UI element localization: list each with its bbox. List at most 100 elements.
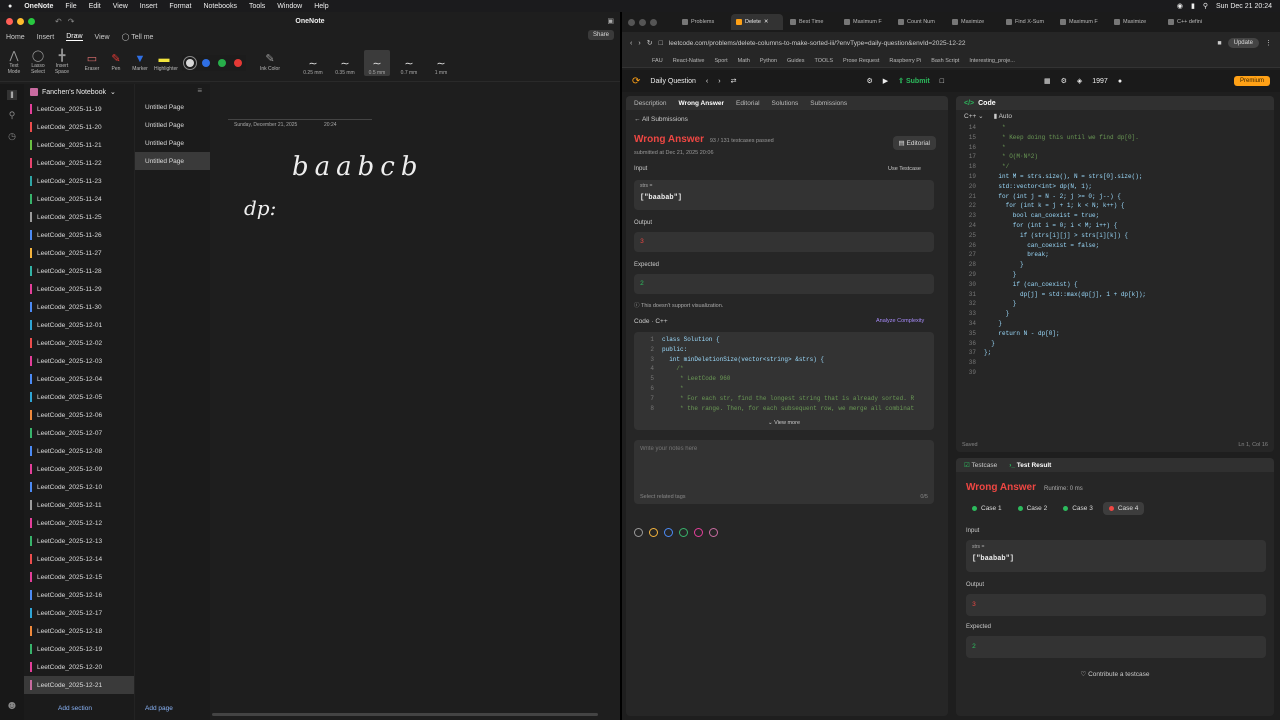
forward-icon[interactable]: › (638, 40, 640, 47)
section-item[interactable]: LeetCode_2025-12-17 (24, 604, 134, 622)
highlighter-button[interactable]: ▬ Highlighter (154, 53, 178, 72)
browser-tab[interactable]: C++ defini (1163, 14, 1215, 30)
section-item[interactable]: LeetCode_2025-11-27 (24, 244, 134, 262)
back-icon[interactable]: ‹ (630, 40, 632, 47)
width-1mm[interactable]: ∼ 1 mm (428, 50, 454, 76)
menu-tools[interactable]: Tools (249, 3, 265, 10)
tags-select[interactable]: Select related tags (640, 494, 686, 500)
bookmark-item[interactable]: Sport (715, 58, 728, 64)
close-window-button[interactable] (628, 18, 635, 26)
tab-view[interactable]: View (95, 34, 110, 41)
pen-button[interactable]: ✎ Pen (106, 53, 126, 72)
section-item[interactable]: LeetCode_2025-12-06 (24, 406, 134, 424)
tab-draw[interactable]: Draw (66, 33, 83, 41)
notebooks-icon[interactable]: ‖ (7, 90, 17, 100)
lasso-select-button[interactable]: ◯ Lasso Select (28, 50, 48, 75)
section-item[interactable]: LeetCode_2025-12-02 (24, 334, 134, 352)
section-item[interactable]: LeetCode_2025-11-23 (24, 172, 134, 190)
case-4-button[interactable]: Case 4 (1102, 502, 1145, 515)
tag-color-dot[interactable] (649, 528, 658, 537)
section-item[interactable]: LeetCode_2025-11-25 (24, 208, 134, 226)
width-0-35mm[interactable]: ∼ 0.35 mm (332, 50, 358, 76)
menubar-clock[interactable]: Sun Dec 21 20:24 (1216, 3, 1272, 10)
bookmark-icon[interactable]: □ (659, 40, 663, 47)
tab-wrong-answer[interactable]: Wrong Answer (679, 100, 725, 107)
menu-app-name[interactable]: OneNote (24, 3, 53, 10)
settings-icon[interactable]: ⚙ (1061, 77, 1067, 85)
browser-tab[interactable]: Find X-Sum (1001, 14, 1053, 30)
all-submissions-link[interactable]: ← All Submissions (634, 116, 688, 123)
submit-button[interactable]: ⇧ Submit (898, 77, 930, 85)
editorial-button[interactable]: ▤ Editorial (892, 136, 936, 150)
layout-icon[interactable]: ▦ (1044, 77, 1051, 85)
tab-testcase[interactable]: ☑ Testcase (964, 461, 997, 469)
eraser-button[interactable]: ▭ Eraser (82, 53, 102, 72)
reload-icon[interactable]: ↻ (647, 39, 653, 47)
run-icon[interactable]: ▶ (883, 77, 888, 85)
bookmark-item[interactable]: TOOLS (814, 58, 833, 64)
contribute-testcase-button[interactable]: ♡ Contribute a testcase (956, 670, 1274, 678)
bookmark-item[interactable]: Interesting_proje... (969, 58, 1015, 64)
browser-tab[interactable]: Problems (677, 14, 729, 30)
section-item[interactable]: LeetCode_2025-12-05 (24, 388, 134, 406)
section-item[interactable]: LeetCode_2025-11-28 (24, 262, 134, 280)
notebook-selector[interactable]: Fanchen's Notebook ⌄ (24, 84, 134, 100)
menu-format[interactable]: Format (169, 3, 191, 10)
wifi-icon[interactable]: ◉ (1177, 2, 1183, 10)
url-input[interactable]: leetcode.com/problems/delete-columns-to-… (669, 40, 1212, 47)
tag-color-dot[interactable] (694, 528, 703, 537)
tab-insert[interactable]: Insert (37, 34, 55, 41)
tag-color-dot[interactable] (709, 528, 718, 537)
case-2-button[interactable]: Case 2 (1012, 502, 1054, 515)
section-item[interactable]: LeetCode_2025-12-04 (24, 370, 134, 388)
text-mode-button[interactable]: ⋀ Text Mode (4, 50, 24, 75)
auto-mode[interactable]: ▮ Auto (994, 112, 1012, 120)
section-item[interactable]: LeetCode_2025-12-03 (24, 352, 134, 370)
menu-icon[interactable]: ⋮ (1265, 39, 1272, 47)
browser-tab[interactable]: Maximize (947, 14, 999, 30)
section-item[interactable]: LeetCode_2025-12-08 (24, 442, 134, 460)
section-item[interactable]: LeetCode_2025-11-22 (24, 154, 134, 172)
section-item[interactable]: LeetCode_2025-12-19 (24, 640, 134, 658)
pen-color-green[interactable] (218, 58, 226, 67)
bookmark-item[interactable]: Prose Request (843, 58, 879, 64)
language-select[interactable]: C++ ⌄ (964, 112, 984, 120)
recent-icon[interactable]: ◷ (8, 131, 16, 142)
menu-notebooks[interactable]: Notebooks (203, 3, 236, 10)
section-item[interactable]: LeetCode_2025-12-01 (24, 316, 134, 334)
menu-help[interactable]: Help (314, 3, 328, 10)
section-item[interactable]: LeetCode_2025-11-24 (24, 190, 134, 208)
browser-tab[interactable]: Maximize (1109, 14, 1161, 30)
close-window-button[interactable] (6, 17, 13, 25)
browser-tab[interactable]: Maximum F (839, 14, 891, 30)
daily-question-label[interactable]: Daily Question (650, 78, 696, 85)
streak-count[interactable]: 1997 (1092, 78, 1108, 85)
leetcode-logo-icon[interactable]: ⟳ (632, 76, 640, 87)
marker-button[interactable]: ▼ Marker (130, 53, 150, 72)
debug-icon[interactable]: ⚙ (866, 77, 872, 85)
ink-text-1[interactable]: baabcb (292, 152, 424, 182)
menu-edit[interactable]: Edit (89, 3, 101, 10)
apple-icon[interactable]: ● (8, 3, 12, 10)
tag-color-dot[interactable] (634, 528, 643, 537)
section-item[interactable]: LeetCode_2025-11-29 (24, 280, 134, 298)
pen-color-blue[interactable] (202, 58, 210, 67)
pen-color-red[interactable] (234, 58, 242, 67)
tab-test-result[interactable]: ›_ Test Result (1009, 462, 1051, 469)
ink-color-button[interactable]: ✎ Ink Color (258, 53, 282, 72)
menu-window[interactable]: Window (277, 3, 302, 10)
horizontal-scrollbar[interactable] (212, 713, 598, 716)
tab-solutions[interactable]: Solutions (772, 100, 799, 107)
extensions-icon[interactable]: ■ (1217, 40, 1221, 47)
code-editor[interactable]: 14 * 15 * Keep doing this until we find d… (956, 124, 1274, 438)
page-item[interactable]: Untitled Page (135, 116, 210, 134)
share-button[interactable]: Share (587, 30, 614, 40)
bookmark-item[interactable]: Python (760, 58, 777, 64)
browser-tab-active[interactable]: Delete ✕ (731, 14, 783, 30)
close-icon[interactable]: ✕ (764, 19, 769, 25)
tag-color-dot[interactable] (664, 528, 673, 537)
section-item[interactable]: LeetCode_2025-12-12 (24, 514, 134, 532)
streak-icon[interactable]: ◈ (1077, 77, 1082, 85)
redo-icon[interactable]: ↷ (68, 17, 75, 26)
width-0-25mm[interactable]: ∼ 0.25 mm (300, 50, 326, 76)
